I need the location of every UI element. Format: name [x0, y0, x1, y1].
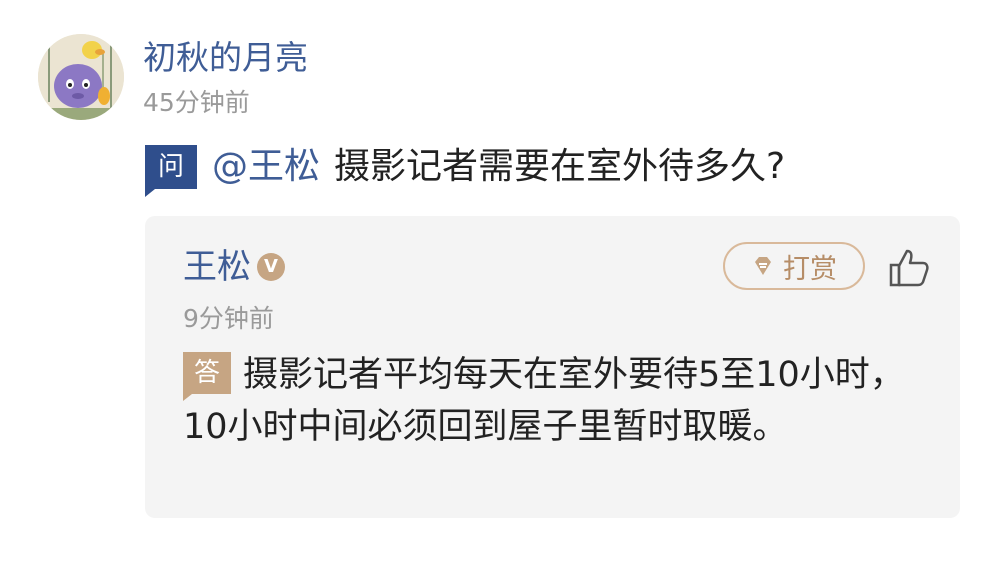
question-text: 摄影记者需要在室外待多久? [334, 146, 786, 187]
verified-badge-icon: V [257, 253, 285, 281]
mention-link[interactable]: @王松 [212, 146, 320, 187]
author-name[interactable]: 初秋的月亮 [143, 36, 308, 80]
question-badge: 问 [145, 145, 197, 189]
tip-button[interactable]: 打赏 [723, 242, 865, 290]
answer-text: 摄影记者平均每天在室外要待5至10小时，10小时中间必须回到屋子里暂时取暖。 [183, 355, 905, 447]
question-badge-tail [145, 189, 155, 197]
answerer-name[interactable]: 王松 [183, 244, 251, 290]
question-line: @王松 摄影记者需要在室外待多久? [212, 140, 785, 194]
post-time: 45分钟前 [143, 88, 250, 117]
thumbs-up-icon [889, 249, 929, 287]
qa-post: 初秋的月亮 45分钟前 问 @王松 摄影记者需要在室外待多久? 王松 V 打赏 9… [0, 0, 1000, 566]
cartoon-avatar-icon [38, 34, 124, 120]
avatar[interactable] [38, 34, 124, 120]
answerer: 王松 V [183, 244, 285, 290]
answer-time: 9分钟前 [183, 304, 274, 333]
like-button[interactable] [889, 248, 931, 288]
tip-label: 打赏 [783, 253, 837, 285]
answer-card: 王松 V 打赏 9分钟前 答 摄影记者平均每天在室外要待5至10小时，10小时中… [145, 216, 960, 518]
gem-icon [755, 257, 771, 275]
